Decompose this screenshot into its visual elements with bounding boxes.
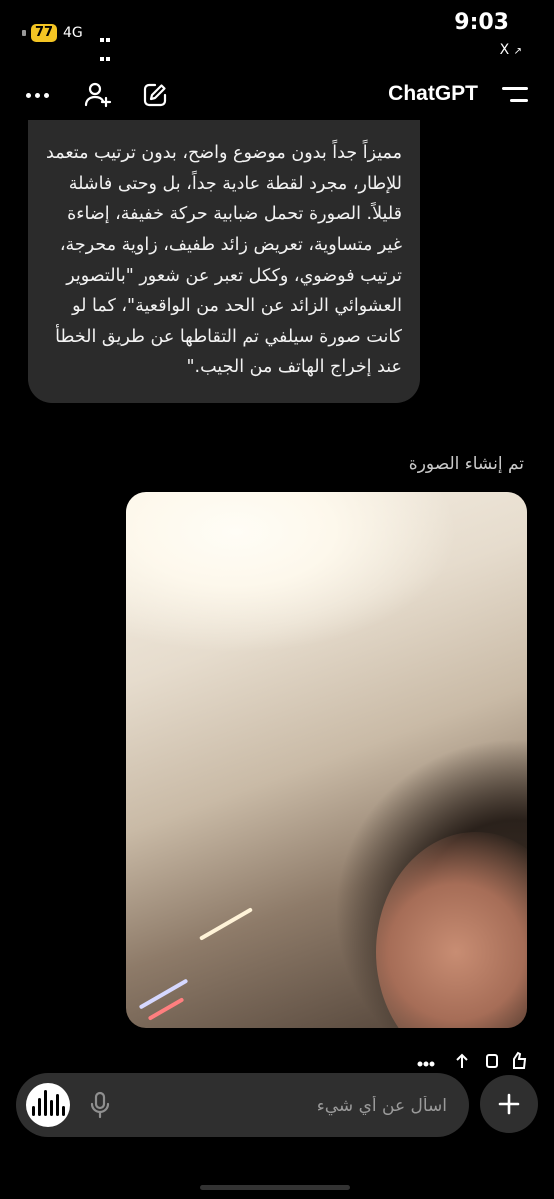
app-header: ChatGPT bbox=[0, 70, 554, 120]
plus-icon bbox=[498, 1093, 520, 1115]
clock: 9:03 bbox=[454, 10, 509, 35]
light-streak bbox=[138, 978, 189, 1010]
light-streak bbox=[199, 907, 253, 941]
more-icon[interactable] bbox=[417, 1061, 435, 1067]
message-actions bbox=[417, 1051, 527, 1069]
more-icon bbox=[25, 92, 31, 98]
back-to-app-link[interactable]: X ↗ bbox=[500, 42, 522, 58]
arrow-icon: ↗ bbox=[513, 46, 522, 57]
like-icon[interactable] bbox=[513, 1051, 527, 1069]
app-title[interactable]: ChatGPT bbox=[388, 82, 478, 106]
sidebar-menu-button[interactable] bbox=[502, 85, 532, 107]
blurred-face bbox=[376, 832, 527, 1028]
home-indicator bbox=[200, 1185, 350, 1190]
share-icon[interactable] bbox=[456, 1053, 468, 1068]
voice-mode-button[interactable] bbox=[26, 1083, 70, 1127]
battery-indicator: 77 bbox=[31, 24, 57, 42]
message-composer bbox=[16, 1073, 469, 1137]
back-app-label: X bbox=[499, 42, 510, 58]
more-options-button[interactable] bbox=[22, 80, 52, 110]
microphone-icon bbox=[90, 1091, 110, 1119]
assistant-message-bubble: مميزاً جداً بدون موضوع واضح، بدون ترتيب … bbox=[28, 120, 420, 403]
attach-button[interactable] bbox=[480, 1075, 538, 1133]
image-generated-label: تم إنشاء الصورة bbox=[408, 454, 524, 474]
status-bar: 77 4G 9:03 X ↗ bbox=[0, 0, 554, 70]
add-user-icon bbox=[84, 82, 112, 108]
copy-icon[interactable] bbox=[486, 1054, 498, 1068]
add-people-button[interactable] bbox=[83, 80, 113, 110]
dictate-button[interactable] bbox=[88, 1091, 112, 1119]
assistant-message-text: مميزاً جداً بدون موضوع واضح، بدون ترتيب … bbox=[46, 143, 402, 378]
signal-icon bbox=[99, 28, 111, 66]
message-input[interactable] bbox=[126, 1087, 449, 1125]
menu-icon bbox=[502, 87, 528, 90]
network-type: 4G bbox=[63, 25, 83, 41]
chat-thread[interactable]: مميزاً جداً بدون موضوع واضح، بدون ترتيب … bbox=[0, 120, 554, 1070]
waveform-icon bbox=[30, 1090, 66, 1120]
generated-image[interactable] bbox=[126, 492, 527, 1028]
edit-icon bbox=[143, 83, 167, 107]
battery-tip bbox=[22, 30, 26, 36]
new-chat-button[interactable] bbox=[140, 80, 170, 110]
